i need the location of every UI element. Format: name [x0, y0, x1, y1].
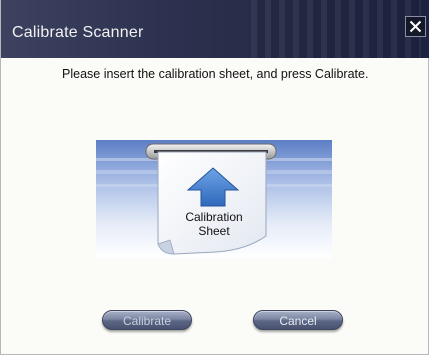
- cancel-button[interactable]: Cancel: [253, 310, 343, 330]
- sheet-label-line2: Sheet: [198, 224, 230, 238]
- close-icon: [409, 20, 422, 33]
- dialog-title: Calibrate Scanner: [12, 24, 144, 41]
- calibrate-button[interactable]: Calibrate: [102, 310, 192, 330]
- calibration-sheet-illustration: Calibration Sheet: [96, 140, 332, 258]
- title-bar-decoration: [251, 0, 421, 58]
- title-bar: Calibrate Scanner: [1, 0, 429, 58]
- instruction-text: Please insert the calibration sheet, and…: [62, 67, 369, 81]
- close-button[interactable]: [405, 16, 426, 37]
- button-bar: Calibrate Cancel: [1, 305, 429, 335]
- sheet-label-line1: Calibration: [185, 210, 242, 224]
- calibrate-scanner-dialog: Calibrate Scanner Please insert the cali…: [0, 0, 429, 355]
